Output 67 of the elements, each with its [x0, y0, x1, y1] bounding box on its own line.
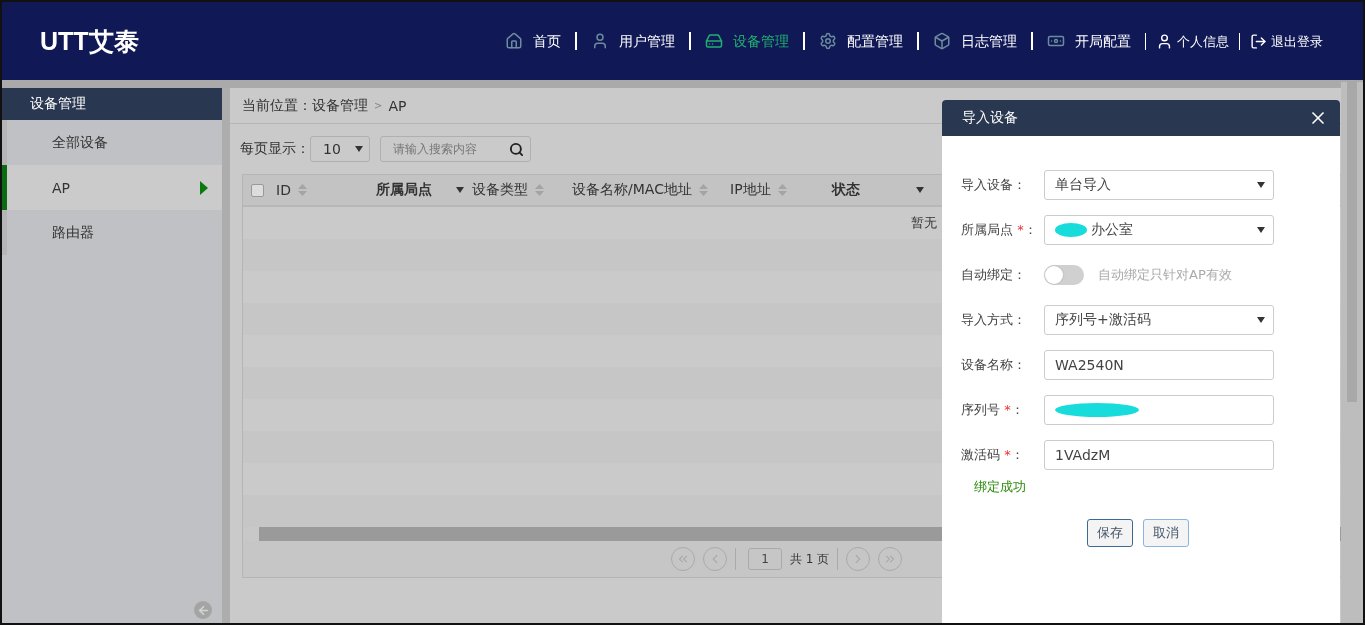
caret-icon	[456, 187, 464, 193]
field-label: 自动绑定：	[961, 266, 1027, 284]
sort-icon[interactable]	[776, 182, 788, 198]
select-field[interactable]: 办公室	[1044, 215, 1274, 245]
double-chevron-left-icon	[676, 552, 690, 566]
nav-item[interactable]: 开局配置	[1031, 32, 1145, 50]
sort-icon[interactable]	[534, 182, 545, 198]
auto-bind-switch[interactable]	[1044, 265, 1084, 285]
user-icon	[1156, 32, 1173, 50]
sidebar-item[interactable]: AP	[2, 165, 222, 210]
home-icon	[505, 32, 523, 50]
page-size-select[interactable]: 10	[310, 136, 370, 162]
column-header[interactable]: 设备类型	[472, 181, 528, 199]
column-header[interactable]: 设备名称/MAC地址	[572, 181, 692, 199]
column-header[interactable]: IP地址	[730, 181, 771, 199]
search-icon	[509, 141, 524, 157]
save-button[interactable]: 保存	[1087, 519, 1133, 547]
status-message: 绑定成功	[973, 478, 1027, 496]
vertical-scrollbar[interactable]	[1341, 82, 1363, 623]
input-field[interactable]: WA2540N	[1044, 350, 1274, 380]
sort-icon[interactable]	[296, 182, 308, 198]
input-field[interactable]: 1VAdzM	[1044, 440, 1274, 470]
nav-item[interactable]: 首页	[491, 32, 575, 50]
user-link[interactable]: 个人信息	[1145, 32, 1239, 50]
field-label: 导入方式：	[961, 311, 1027, 329]
cancel-button[interactable]: 取消	[1143, 519, 1189, 547]
caret-icon	[1257, 227, 1265, 233]
empty-message: 暂无	[911, 214, 937, 232]
breadcrumb-separator: >	[374, 100, 383, 111]
user-icon	[591, 32, 609, 50]
caret-icon	[354, 146, 363, 152]
page-input[interactable]: 1	[748, 548, 782, 570]
field-label: 所属局点 *：	[961, 221, 1038, 239]
breadcrumb-current: AP	[388, 97, 407, 114]
dialog-title: 导入设备	[962, 109, 1018, 127]
sidebar-title: 设备管理	[2, 88, 222, 120]
nav-item[interactable]: 用户管理	[575, 32, 689, 50]
page-total: 共 1 页	[790, 550, 830, 568]
nav-item[interactable]: 设备管理	[689, 32, 803, 50]
breadcrumb-path: 当前位置：设备管理	[242, 96, 368, 115]
select-field[interactable]: 单台导入	[1044, 170, 1274, 200]
field-label: 序列号 *：	[961, 401, 1025, 419]
nav-item[interactable]: 配置管理	[803, 32, 917, 50]
column-header[interactable]: 状态	[832, 181, 860, 199]
select-all-checkbox[interactable]	[251, 183, 264, 197]
nav-item[interactable]: 日志管理	[917, 32, 1031, 50]
drive-icon	[705, 32, 723, 50]
input-field[interactable]	[1044, 395, 1274, 425]
column-header[interactable]: 所属局点	[376, 181, 432, 199]
select-field[interactable]: 序列号+激活码	[1044, 305, 1274, 335]
collapse-icon[interactable]	[194, 601, 212, 619]
user-link[interactable]: 退出登录	[1239, 32, 1333, 50]
box-icon	[933, 32, 951, 50]
caret-icon	[916, 187, 924, 193]
column-header[interactable]: ID	[276, 182, 291, 198]
logout-icon	[1250, 32, 1267, 50]
field-label: 激活码 *：	[961, 446, 1025, 464]
field-label: 导入设备：	[961, 176, 1027, 194]
triangle-icon	[200, 180, 208, 195]
sort-icon[interactable]	[697, 182, 709, 198]
caret-icon	[1257, 317, 1265, 323]
switch-hint: 自动绑定只针对AP有效	[1098, 266, 1232, 284]
gear-icon	[819, 32, 837, 50]
field-label: 设备名称：	[961, 356, 1027, 374]
page-size-label: 每页显示：	[240, 140, 310, 158]
logo: UTT艾泰	[40, 25, 139, 57]
caret-icon	[1257, 182, 1265, 188]
